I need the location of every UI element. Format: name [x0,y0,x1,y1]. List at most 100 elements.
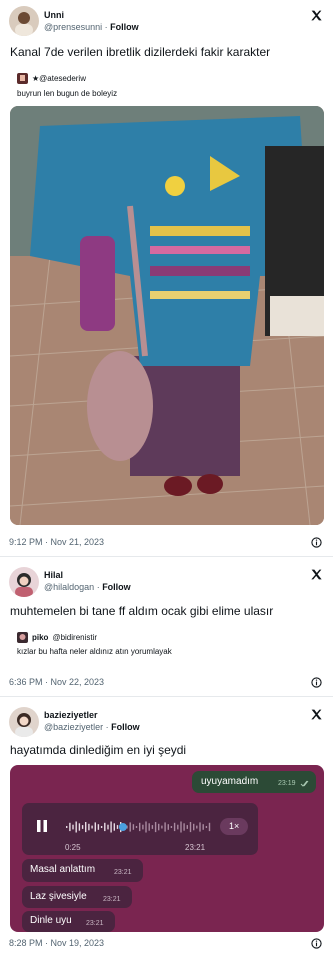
waveform-bar [142,824,144,830]
waveform-bar [104,822,106,832]
waveform-bar [180,821,182,833]
author-handle[interactable]: @hilaldogan [44,582,94,592]
playback-scrubber[interactable] [118,823,127,831]
waveform-bar [196,825,198,829]
tweet-text: muhtemelen bi tane ff aldım ocak gibi el… [10,604,274,618]
waveform-bar [161,825,163,829]
tweet-timestamp[interactable]: 9:12 PM · Nov 21, 2023 [9,537,104,547]
playback-speed-button[interactable]: 1× [220,818,248,835]
message-time: 23:21 [114,869,132,876]
author-handle-row: @bazieziyetler · Follow [44,722,140,732]
quote-text: buyrun len bugun de boleyiz [17,89,118,98]
tweet-photo[interactable] [10,106,324,525]
waveform-bar [69,822,71,832]
waveform-bar [173,822,176,832]
quote-text: kızlar bu hafta neler aldınız atın yorum… [17,647,172,656]
quote-avatar [17,73,28,84]
waveform-bar [78,823,81,831]
author-name[interactable]: Unni [44,10,64,20]
waveform-bar [205,826,208,828]
incoming-message: Dinle uyu 23:21 [22,911,115,932]
author-name[interactable]: Hilal [44,570,63,580]
divider [0,556,333,557]
quoted-tweet-header[interactable]: piko @bidirenistir [17,632,97,643]
pause-icon[interactable] [36,819,48,833]
divider [0,696,333,697]
avatar[interactable] [9,6,39,36]
waveform-bar [167,824,169,830]
waveform-bar [145,821,147,833]
waveform-bar [113,823,115,831]
message-text: Masal anlattım [30,864,96,875]
quote-author: ★@atesederiw [32,74,86,83]
follow-button[interactable]: Follow [110,22,139,32]
waveform-bar [158,823,160,831]
waveform-bar [183,823,185,831]
waveform-bar [164,822,166,832]
waveform-bar [202,824,204,830]
info-icon[interactable] [311,537,322,548]
author-handle[interactable]: @bazieziyetler [44,722,103,732]
author-handle[interactable]: @prensesunni [44,22,102,32]
voice-waveform[interactable] [64,817,214,837]
waveform-bar [154,822,157,833]
avatar[interactable] [9,707,39,737]
message-text: Dinle uyu [30,915,72,926]
chat-screenshot[interactable]: uyuyamadım 23:19 0:25 23:21 1× Masal anl… [10,765,324,932]
x-logo-icon[interactable] [310,9,323,22]
waveform-bar [135,826,138,828]
tweet-text: Kanal 7de verilen ibretlik dizilerdeki f… [10,45,271,59]
waveform-bar [132,824,135,830]
x-logo-icon[interactable] [310,708,323,721]
waveform-bar [81,825,84,829]
author-handle-row: @prensesunni · Follow [44,22,139,32]
voice-time: 23:21 [185,843,206,852]
waveform-bar [72,824,74,830]
waveform-bar [66,826,68,828]
waveform-bar [94,822,96,832]
waveform-bar [85,822,87,833]
waveform-bar [75,821,77,833]
waveform-bar [189,822,192,833]
follow-button[interactable]: Follow [111,722,140,732]
message-text: uyuyamadım [201,776,259,787]
message-time: 23:19 [278,780,296,787]
waveform-bar [170,826,173,828]
waveform-bar [97,824,100,830]
avatar[interactable] [9,567,39,597]
waveform-bar [129,822,131,832]
message-time: 23:21 [86,920,104,927]
author-name[interactable]: bazieziyetler [44,710,98,720]
voice-message[interactable]: 0:25 23:21 1× [22,803,258,855]
waveform-bar [148,823,150,831]
tweet-timestamp[interactable]: 6:36 PM · Nov 22, 2023 [9,677,104,687]
message-time: 23:21 [103,896,121,903]
waveform-bar [88,823,90,831]
waveform-bar [107,824,109,830]
author-handle-row: @hilaldogan · Follow [44,582,131,592]
playback-speed: 1× [229,821,240,831]
quote-avatar [17,632,28,643]
waveform-bar [91,825,93,829]
tweet-text: hayatımda dinlediğim en iyi şeydi [10,743,187,757]
waveform-bar [116,825,119,829]
waveform-bar [177,824,179,830]
info-icon[interactable] [311,938,322,949]
waveform-bar [139,822,141,832]
waveform-bar [208,822,211,832]
voice-elapsed: 0:25 [65,843,81,852]
incoming-message: Laz şivesiyle 23:21 [22,886,132,908]
message-text: Laz şivesiyle [30,891,87,902]
quote-handle: @bidirenistir [52,633,98,642]
waveform-bar [151,825,154,829]
info-icon[interactable] [311,677,322,688]
waveform-bar [110,821,112,833]
tweet-timestamp[interactable]: 8:28 PM · Nov 19, 2023 [9,938,104,948]
waveform-bar [199,822,201,832]
incoming-message: Masal anlattım 23:21 [22,859,143,882]
quoted-tweet-header[interactable]: ★@atesederiw [17,73,86,84]
waveform-bar [193,823,195,831]
x-logo-icon[interactable] [310,568,323,581]
waveform-bar [100,826,103,828]
follow-button[interactable]: Follow [102,582,131,592]
